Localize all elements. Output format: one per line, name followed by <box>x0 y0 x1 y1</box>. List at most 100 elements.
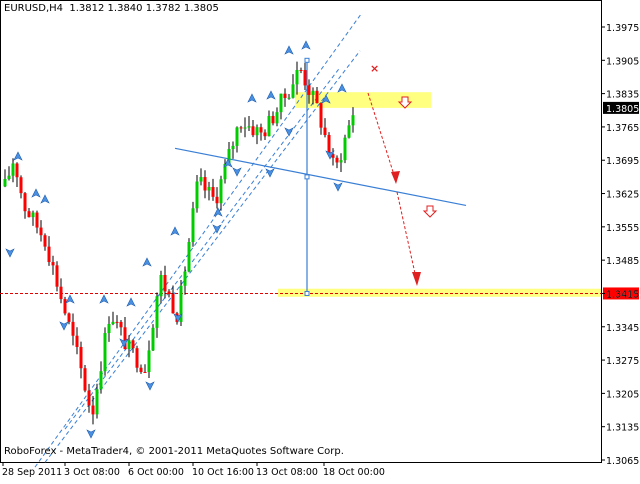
chart-title: EURUSD,H4 1.3812 1.3840 1.3782 1.3805 <box>4 3 219 14</box>
candle-bullish <box>291 84 295 98</box>
candle-bullish <box>107 324 111 334</box>
candle-bearish <box>239 127 243 129</box>
candle-bearish <box>47 246 51 263</box>
y-tick-label: 1.3975 <box>606 23 639 34</box>
candle-bearish <box>327 135 331 155</box>
candle-bearish <box>23 193 27 212</box>
candle-bearish <box>43 235 47 247</box>
candle-bearish <box>75 335 79 347</box>
candle-bullish <box>295 69 299 85</box>
y-tick-label: 1.3135 <box>606 423 639 434</box>
candle-bullish <box>155 296 159 328</box>
candle-bullish <box>199 177 203 182</box>
y-tick-label: 1.3905 <box>606 56 639 67</box>
candle-bullish <box>147 350 151 373</box>
candle-bearish <box>19 177 23 194</box>
y-tick-label: 1.3765 <box>606 123 639 134</box>
candle-bearish <box>91 405 95 415</box>
candle-bearish <box>87 390 91 406</box>
candle-bearish <box>319 103 323 128</box>
candle-bearish <box>35 212 39 228</box>
candle-bearish <box>263 132 267 137</box>
candle-bullish <box>339 160 343 163</box>
x-tick-label: 3 Oct 08:00 <box>64 467 120 478</box>
candle-bearish <box>63 299 67 314</box>
candle-bullish <box>287 97 291 99</box>
y-tick-label: 1.3485 <box>606 256 639 267</box>
candle-bullish <box>11 163 15 176</box>
y-tick-label: 1.3695 <box>606 156 639 167</box>
y-tick-label: 1.3205 <box>606 389 639 400</box>
candle-bearish <box>171 294 175 314</box>
candle-bullish <box>343 137 347 161</box>
candle-bearish <box>67 313 71 322</box>
candle-bearish <box>307 85 311 95</box>
candle-bearish <box>135 348 139 368</box>
chart-window[interactable]: × 1.3805 1.3415 1.3975 1.3905 1.3835 1.3765 1.… <box>0 0 640 480</box>
candle-bullish <box>183 271 187 286</box>
candle-bullish <box>31 212 35 218</box>
candle-bearish <box>167 291 171 295</box>
candle-bearish <box>251 126 255 136</box>
y-tick-label: 1.3345 <box>606 323 639 334</box>
candle-bearish <box>115 321 119 323</box>
candle-bullish <box>191 208 195 243</box>
y-tick-label: 1.3275 <box>606 356 639 367</box>
candle-bearish <box>323 127 327 136</box>
anchor-point <box>304 57 310 63</box>
x-tick-label: 28 Sep 2011 <box>2 467 62 478</box>
x-tick-label: 18 Oct 00:00 <box>323 467 385 478</box>
candle-bearish <box>131 340 135 349</box>
candle-bearish <box>283 93 287 98</box>
candle-bearish <box>83 368 87 391</box>
price-chart[interactable]: × 1.3805 1.3415 1.3975 1.3905 1.3835 1.3765 1.… <box>0 0 640 480</box>
candle-bearish <box>203 177 207 191</box>
y-tick-label: 1.3415 <box>606 289 639 300</box>
candle-bullish <box>95 389 99 415</box>
y-tick-label: 1.3625 <box>606 190 639 201</box>
target-zone <box>278 288 601 297</box>
candle-bullish <box>231 145 235 150</box>
x-tick-label: 10 Oct 16:00 <box>192 467 254 478</box>
candle-bearish <box>211 187 215 197</box>
candle-bullish <box>127 340 131 350</box>
y-tick-label: 1.3835 <box>606 90 639 101</box>
candle-bullish <box>267 115 271 137</box>
candle-bullish <box>99 371 103 390</box>
candle-bullish <box>311 90 315 95</box>
close-cross-icon: × <box>370 62 379 75</box>
candle-bearish <box>143 371 147 373</box>
candle-bullish <box>347 125 351 138</box>
candle-bearish <box>259 127 263 133</box>
candle-bullish <box>111 321 115 325</box>
y-tick-label: 1.3555 <box>606 223 639 234</box>
candle-bullish <box>195 181 199 209</box>
anchor-point <box>304 174 310 180</box>
candle-bullish <box>151 327 155 351</box>
candle-bullish <box>351 115 355 126</box>
candle-bearish <box>79 346 83 369</box>
copyright-text: RoboForex - MetaTrader4, © 2001-2011 Met… <box>4 446 344 457</box>
candle-bearish <box>55 265 59 287</box>
candle-bearish <box>119 321 123 328</box>
candle-bearish <box>299 69 303 71</box>
candle-bullish <box>103 333 107 372</box>
candle-bearish <box>215 196 219 204</box>
candle-bullish <box>235 127 239 146</box>
candle-bullish <box>247 126 251 128</box>
candle-bullish <box>275 112 279 124</box>
candle-bullish <box>3 178 7 187</box>
candle-bullish <box>187 242 191 272</box>
candle-bullish <box>7 175 11 179</box>
current-price-label: 1.3805 <box>606 104 639 115</box>
candle-bearish <box>139 367 143 372</box>
candle-bearish <box>15 163 19 178</box>
x-tick-label: 13 Oct 08:00 <box>256 467 318 478</box>
candle-bullish <box>243 127 247 129</box>
candle-bullish <box>207 187 211 191</box>
candle-bullish <box>159 274 163 297</box>
candle-bullish <box>219 179 223 204</box>
anchor-point <box>304 290 310 296</box>
candle-bearish <box>71 321 75 336</box>
y-tick-label: 1.3065 <box>606 456 639 467</box>
